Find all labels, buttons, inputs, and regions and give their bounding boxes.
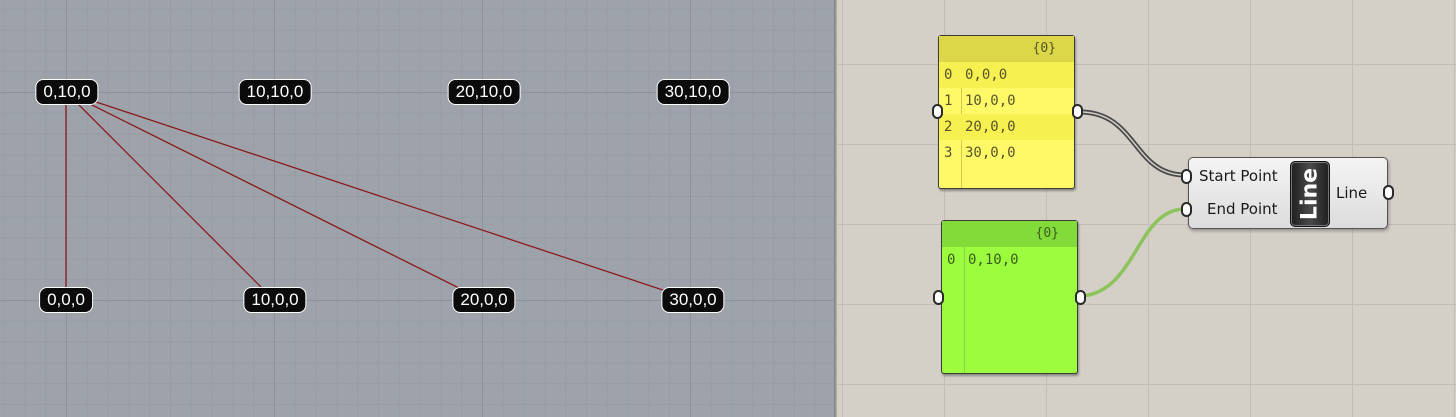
list-item: 0 0,10,0 — [942, 247, 1077, 273]
wire-start-point[interactable] — [1079, 109, 1186, 178]
list-value: 10,0,0 — [965, 93, 1016, 109]
panel-start-points[interactable]: {0} 0 0,0,0 1 10,0,0 2 20,0,0 3 30,0,0 — [938, 35, 1075, 189]
panel-end-points[interactable]: {0} 0 0,10,0 — [941, 220, 1078, 374]
list-index: 2 — [944, 119, 953, 135]
list-value: 30,0,0 — [965, 145, 1016, 161]
input-start-point-label: Start Point — [1199, 167, 1278, 185]
point-tag: 30,10,0 — [656, 79, 730, 105]
viewport-geometry — [65, 91, 694, 301]
line-segment-4 — [65, 91, 694, 301]
list-item: 0 0,0,0 — [939, 62, 1074, 88]
list-index: 0 — [944, 67, 953, 83]
panel-input-grip[interactable] — [933, 290, 944, 305]
list-index: 3 — [944, 145, 953, 161]
line-segment-3 — [65, 91, 484, 301]
component-nickname: Line — [1297, 167, 1323, 221]
point-tag: 10,0,0 — [243, 287, 307, 313]
point-tag: 20,0,0 — [452, 287, 516, 313]
list-value: 0,0,0 — [965, 67, 1008, 83]
list-value: 20,0,0 — [965, 119, 1016, 135]
point-tag: 0,10,0 — [35, 79, 99, 105]
input-grip-start-point[interactable] — [1181, 169, 1192, 184]
panel-output-grip[interactable] — [1072, 104, 1083, 119]
grasshopper-canvas[interactable]: {0} 0 0,0,0 1 10,0,0 2 20,0,0 3 30,0,0 {… — [837, 0, 1456, 417]
list-index: 0 — [947, 252, 956, 268]
panel-output-grip[interactable] — [1075, 290, 1086, 305]
point-tag: 20,10,0 — [447, 79, 521, 105]
line-segment-2 — [65, 91, 275, 301]
output-line-label: Line — [1336, 184, 1368, 202]
input-end-point-label: End Point — [1207, 200, 1278, 218]
line-component[interactable]: Start Point End Point Line Line — [1188, 157, 1388, 229]
output-grip-line[interactable] — [1383, 185, 1394, 200]
line-geometry — [65, 91, 694, 301]
component-nickname-box[interactable]: Line — [1290, 161, 1330, 227]
point-tag: 30,0,0 — [661, 287, 725, 313]
list-index: 1 — [944, 93, 953, 109]
rhino-viewport[interactable]: 0,10,0 10,10,0 20,10,0 30,10,0 0,0,0 10,… — [0, 0, 834, 417]
panel-path-header: {0} — [939, 36, 1074, 62]
list-item: 3 30,0,0 — [939, 140, 1074, 166]
list-item: 2 20,0,0 — [939, 114, 1074, 140]
list-item: 1 10,0,0 — [939, 88, 1074, 114]
wire-end-point[interactable] — [1082, 207, 1186, 298]
list-value: 0,10,0 — [968, 252, 1019, 268]
panel-path-header: {0} — [942, 221, 1077, 247]
panel-input-grip[interactable] — [932, 104, 943, 119]
point-tag: 0,0,0 — [39, 287, 93, 313]
point-tag: 10,10,0 — [238, 79, 312, 105]
input-grip-end-point[interactable] — [1181, 202, 1192, 217]
